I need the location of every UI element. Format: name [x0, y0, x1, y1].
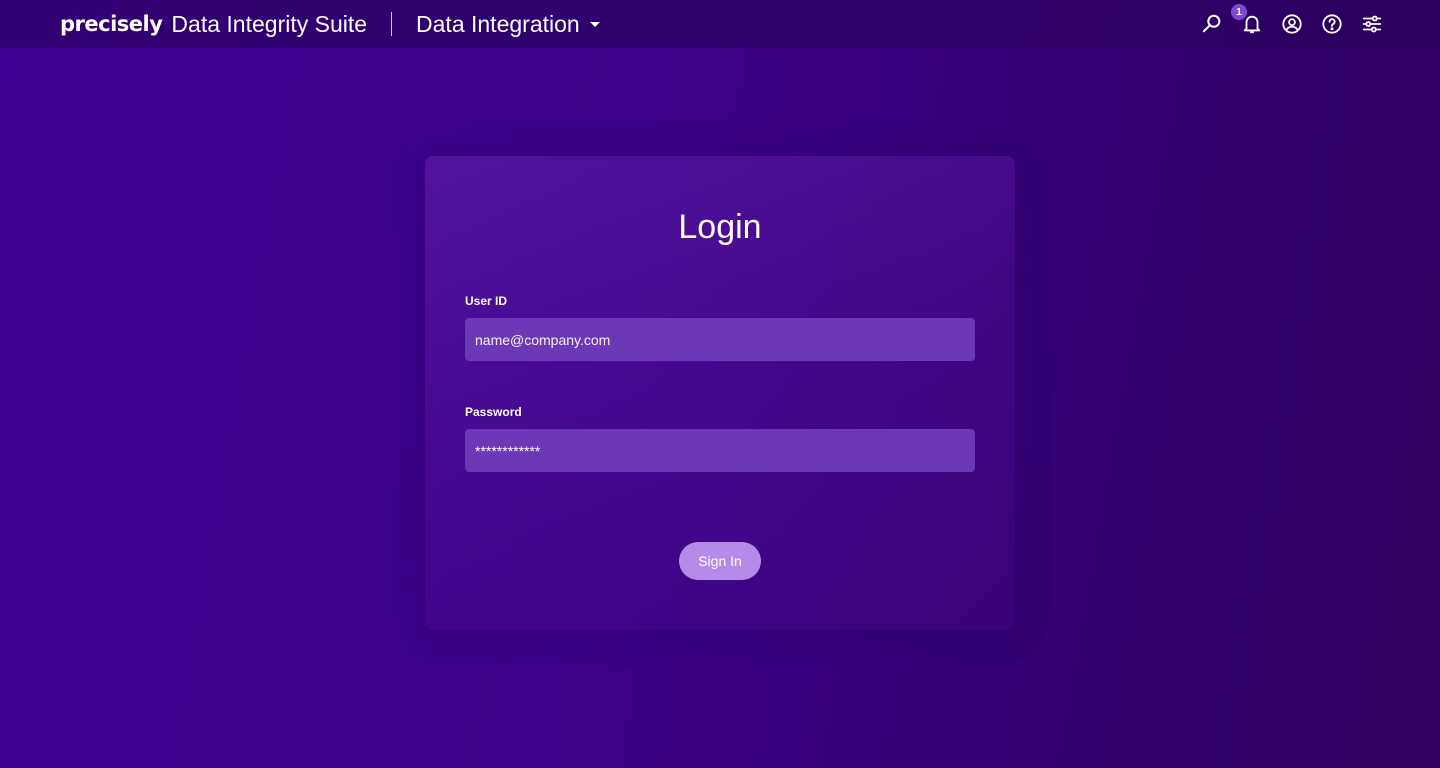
product-name: Data Integration: [416, 10, 580, 37]
password-label: Password: [465, 405, 522, 419]
header-icons: 1: [1200, 0, 1384, 48]
precisely-logo[interactable]: precisely: [60, 12, 163, 36]
help-button[interactable]: [1320, 12, 1344, 36]
search-icon: [1202, 14, 1221, 33]
settings-button[interactable]: [1360, 12, 1384, 36]
login-card: Login User ID Password Sign In: [425, 156, 1015, 630]
notification-badge: 1: [1231, 4, 1247, 20]
product-switcher[interactable]: Data Integration: [416, 11, 600, 38]
search-button[interactable]: [1200, 12, 1224, 36]
user-id-label: User ID: [465, 294, 508, 308]
help-icon: [1322, 14, 1342, 34]
login-title: Login: [678, 208, 762, 246]
user-account-icon: [1282, 14, 1302, 34]
account-button[interactable]: [1280, 12, 1304, 36]
sign-in-button[interactable]: Sign In: [679, 542, 761, 580]
password-input[interactable]: [465, 429, 975, 472]
top-navigation-bar: precisely Data Integrity Suite Data Inte…: [0, 0, 1440, 48]
header-divider: [391, 12, 393, 36]
brand-area: precisely Data Integrity Suite Data Inte…: [60, 0, 600, 48]
suite-name: Data Integrity Suite: [171, 10, 368, 37]
settings-sliders-icon: [1362, 15, 1382, 33]
user-id-input[interactable]: [465, 318, 975, 361]
caret-down-icon: [589, 21, 600, 27]
notifications-button[interactable]: 1: [1231, 4, 1264, 36]
